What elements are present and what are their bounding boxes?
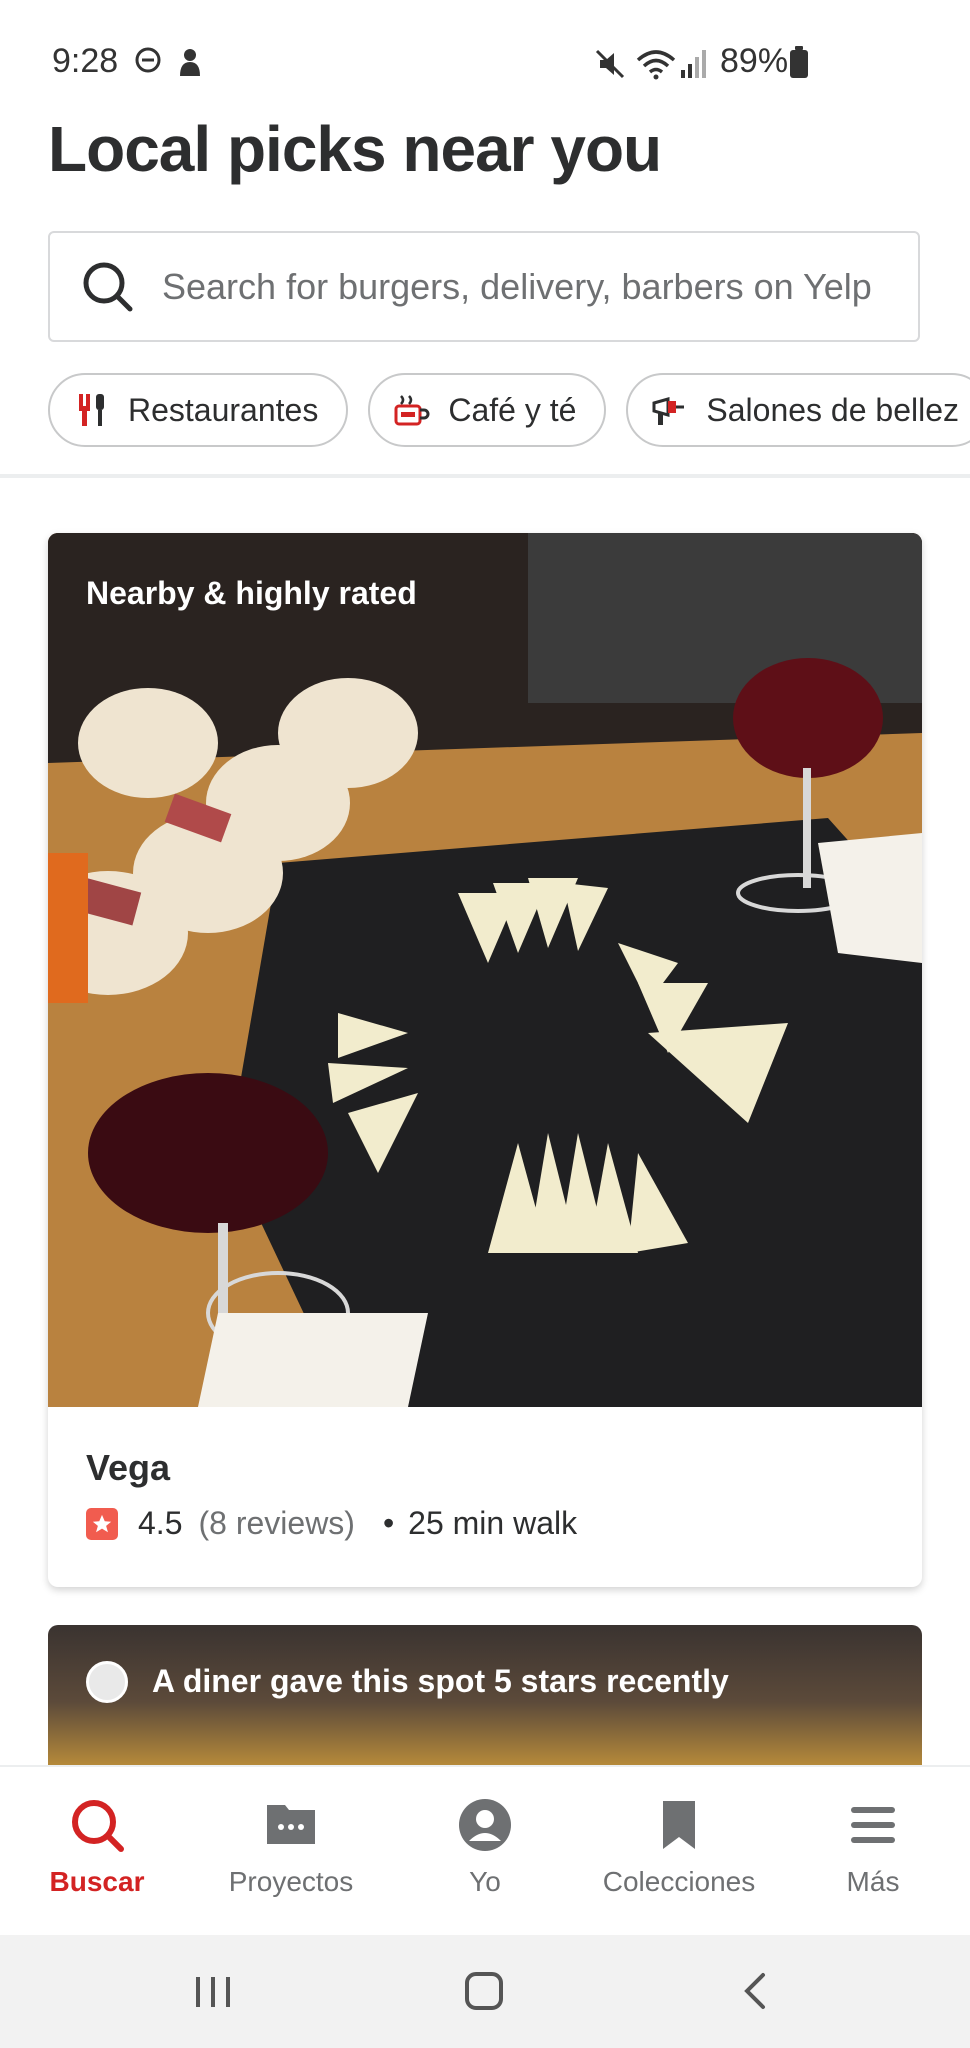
mute-icon (595, 49, 625, 79)
nav-label: Yo (469, 1866, 501, 1897)
chip-label: Café y té (448, 391, 577, 428)
bottom-nav: Buscar Proyectos Yo Colecciones Más (0, 1765, 970, 1937)
card-label: Nearby & highly rated (86, 575, 417, 611)
profile-icon (459, 1799, 511, 1851)
status-bar: 9:28 89% (0, 0, 970, 110)
separator: • (382, 1505, 395, 1541)
nav-yo[interactable]: Yo (388, 1767, 582, 1937)
nav-label: Proyectos (228, 1866, 354, 1897)
bookmark-icon (663, 1801, 695, 1849)
search-bar[interactable] (48, 231, 920, 342)
nav-label: Más (846, 1866, 900, 1897)
category-chips: Restaurantes Café y té Salones de bellez (48, 373, 970, 447)
business-card-2[interactable]: A diner gave this spot 5 stars recently (48, 1625, 922, 1765)
home-icon[interactable] (454, 1961, 514, 2021)
nav-label: Buscar (49, 1866, 145, 1897)
nav-mas[interactable]: Más (776, 1767, 970, 1937)
system-nav-bar (0, 1935, 970, 2048)
nav-buscar[interactable]: Buscar (0, 1767, 194, 1937)
business-info: Vega 4.5 (8 reviews) • 25 min walk (48, 1407, 922, 1587)
beauty-salon-icon (652, 397, 685, 425)
card-label: A diner gave this spot 5 stars recently (152, 1663, 729, 1699)
page-title: Local picks near you (48, 113, 662, 185)
menu-icon (851, 1807, 895, 1843)
battery-icon (790, 46, 808, 78)
signal-icon (681, 50, 706, 78)
review-count: (8 reviews) (198, 1505, 355, 1541)
restaurant-icon (79, 394, 104, 426)
projects-icon (267, 1805, 315, 1844)
notification-icon (180, 49, 200, 76)
business-card[interactable]: Nearby & highly rated Vega 4.5 (8 review… (48, 533, 922, 1587)
nav-colecciones[interactable]: Colecciones (582, 1767, 776, 1937)
recent-apps-icon[interactable] (183, 1961, 243, 2021)
avatar (86, 1661, 128, 1703)
search-icon (72, 1800, 124, 1852)
coffee-icon (394, 395, 430, 426)
chip-cafe-te[interactable]: Café y té (368, 373, 607, 447)
back-icon[interactable] (725, 1961, 785, 2021)
nav-proyectos[interactable]: Proyectos (194, 1767, 388, 1937)
status-time: 9:28 (52, 42, 119, 80)
divider (0, 474, 970, 478)
business-photo: Nearby & highly rated (48, 533, 922, 1407)
search-icon (83, 262, 133, 311)
business-name[interactable]: Vega (86, 1447, 170, 1489)
rating-value: 4.5 (138, 1505, 183, 1541)
wifi-icon (636, 50, 676, 80)
chip-restaurantes[interactable]: Restaurantes (48, 373, 349, 447)
cheese-platter-photo (48, 533, 922, 1407)
walk-time: 25 min walk (408, 1505, 578, 1541)
search-input[interactable] (160, 264, 904, 309)
star-icon (86, 1507, 118, 1540)
rating-row: 4.5 (8 reviews) • 25 min walk (86, 1505, 577, 1542)
nav-label: Colecciones (602, 1866, 756, 1897)
chip-label: Restaurantes (128, 391, 319, 428)
status-left-icons (134, 46, 204, 78)
do-not-disturb-icon (135, 47, 161, 73)
chip-salones-belleza[interactable]: Salones de bellez (626, 373, 970, 447)
battery-percentage: 89% (720, 42, 789, 80)
chip-label: Salones de bellez (706, 391, 960, 428)
